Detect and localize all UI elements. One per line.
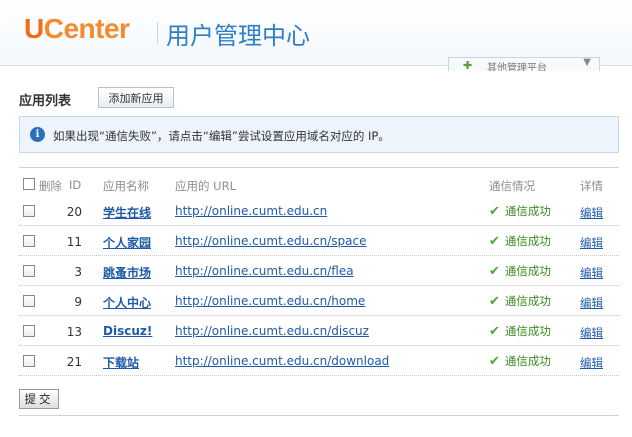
table-row: 13 Discuz! http://online.cumt.edu.cn/dis… bbox=[19, 316, 619, 346]
app-name-link[interactable]: 学生在线 bbox=[103, 204, 151, 221]
row-checkbox[interactable] bbox=[23, 295, 35, 307]
app-url-link[interactable]: http://online.cumt.edu.cn/download bbox=[175, 354, 389, 368]
header: UCenter 用户管理中心 ✚ 其他管理平台 ▼ bbox=[0, 0, 632, 71]
status-badge: ✔ 通信成功 bbox=[489, 204, 551, 219]
edit-link[interactable]: 编辑 bbox=[580, 265, 603, 281]
check-icon: ✔ bbox=[489, 264, 500, 279]
section-title: 应用列表 bbox=[19, 94, 72, 109]
edit-link[interactable]: 编辑 bbox=[580, 355, 603, 371]
app-name-link[interactable]: 个人家园 bbox=[103, 234, 151, 251]
status-badge: ✔ 通信成功 bbox=[489, 294, 551, 309]
header-id: ID bbox=[69, 178, 82, 192]
app-id: 3 bbox=[74, 265, 82, 279]
app-url-link[interactable]: http://online.cumt.edu.cn/discuz bbox=[175, 324, 369, 338]
info-notice: i 如果出现“通信失败”，请点击“编辑”尝试设置应用域名对应的 IP。 bbox=[19, 116, 619, 153]
status-badge: ✔ 通信成功 bbox=[489, 234, 551, 249]
app-id: 21 bbox=[66, 355, 82, 369]
app-name-link[interactable]: Discuz! bbox=[103, 324, 152, 338]
plus-icon: ✚ bbox=[463, 59, 473, 71]
app-name-link[interactable]: 个人中心 bbox=[103, 294, 151, 311]
divider bbox=[19, 415, 619, 416]
check-icon: ✔ bbox=[489, 294, 500, 309]
row-checkbox[interactable] bbox=[23, 235, 35, 247]
page-title: 用户管理中心 bbox=[166, 22, 310, 50]
edit-link[interactable]: 编辑 bbox=[580, 205, 603, 221]
check-icon: ✔ bbox=[489, 354, 500, 369]
app-id: 20 bbox=[66, 205, 82, 219]
edit-link[interactable]: 编辑 bbox=[580, 295, 603, 311]
header-name: 应用名称 bbox=[103, 179, 149, 193]
header-status: 通信情况 bbox=[489, 179, 535, 193]
status-badge: ✔ 通信成功 bbox=[489, 264, 551, 279]
app-id: 9 bbox=[74, 295, 82, 309]
table-row: 9 个人中心 http://online.cumt.edu.cn/home ✔ 通… bbox=[19, 286, 619, 316]
chevron-down-icon: ▼ bbox=[583, 57, 591, 68]
ucenter-logo: UCenter bbox=[24, 13, 130, 44]
submit-button[interactable]: 提交 bbox=[19, 389, 59, 409]
check-icon: ✔ bbox=[489, 324, 500, 339]
app-url-link[interactable]: http://online.cumt.edu.cn/home bbox=[175, 294, 365, 308]
divider bbox=[19, 167, 619, 168]
header-detail: 详情 bbox=[580, 179, 603, 193]
row-checkbox[interactable] bbox=[23, 325, 35, 337]
select-all-checkbox[interactable] bbox=[23, 178, 35, 190]
other-platforms-dropdown[interactable]: ✚ 其他管理平台 ▼ bbox=[448, 57, 600, 71]
header-delete: 删除 bbox=[39, 179, 62, 193]
table-row: 20 学生在线 http://online.cumt.edu.cn ✔ 通信成功 … bbox=[19, 196, 619, 226]
app-id: 11 bbox=[66, 235, 82, 249]
row-checkbox[interactable] bbox=[23, 355, 35, 367]
status-badge: ✔ 通信成功 bbox=[489, 324, 551, 339]
app-name-link[interactable]: 跳蚤市场 bbox=[103, 264, 151, 281]
app-url-link[interactable]: http://online.cumt.edu.cn/flea bbox=[175, 264, 354, 278]
table-header: 删除 ID 应用名称 应用的 URL 通信情况 详情 bbox=[19, 172, 619, 196]
other-platforms-label: 其他管理平台 bbox=[487, 63, 547, 71]
app-name-link[interactable]: 下载站 bbox=[103, 354, 139, 371]
app-url-link[interactable]: http://online.cumt.edu.cn bbox=[175, 204, 327, 218]
title-separator bbox=[157, 22, 158, 44]
app-table: 删除 ID 应用名称 应用的 URL 通信情况 详情 20 学生在线 http:… bbox=[19, 172, 619, 376]
header-url: 应用的 URL bbox=[175, 179, 236, 193]
info-icon: i bbox=[30, 127, 45, 142]
table-row: 3 跳蚤市场 http://online.cumt.edu.cn/flea ✔ 通… bbox=[19, 256, 619, 286]
check-icon: ✔ bbox=[489, 204, 500, 219]
notice-text: 如果出现“通信失败”，请点击“编辑”尝试设置应用域名对应的 IP。 bbox=[53, 129, 390, 143]
status-badge: ✔ 通信成功 bbox=[489, 354, 551, 369]
app-url-link[interactable]: http://online.cumt.edu.cn/space bbox=[175, 234, 366, 248]
table-row: 11 个人家园 http://online.cumt.edu.cn/space … bbox=[19, 226, 619, 256]
edit-link[interactable]: 编辑 bbox=[580, 235, 603, 251]
table-row: 21 下载站 http://online.cumt.edu.cn/downloa… bbox=[19, 346, 619, 376]
add-app-button[interactable]: 添加新应用 bbox=[98, 87, 174, 108]
row-checkbox[interactable] bbox=[23, 205, 35, 217]
check-icon: ✔ bbox=[489, 234, 500, 249]
app-id: 13 bbox=[66, 325, 82, 339]
row-checkbox[interactable] bbox=[23, 265, 35, 277]
edit-link[interactable]: 编辑 bbox=[580, 325, 603, 341]
